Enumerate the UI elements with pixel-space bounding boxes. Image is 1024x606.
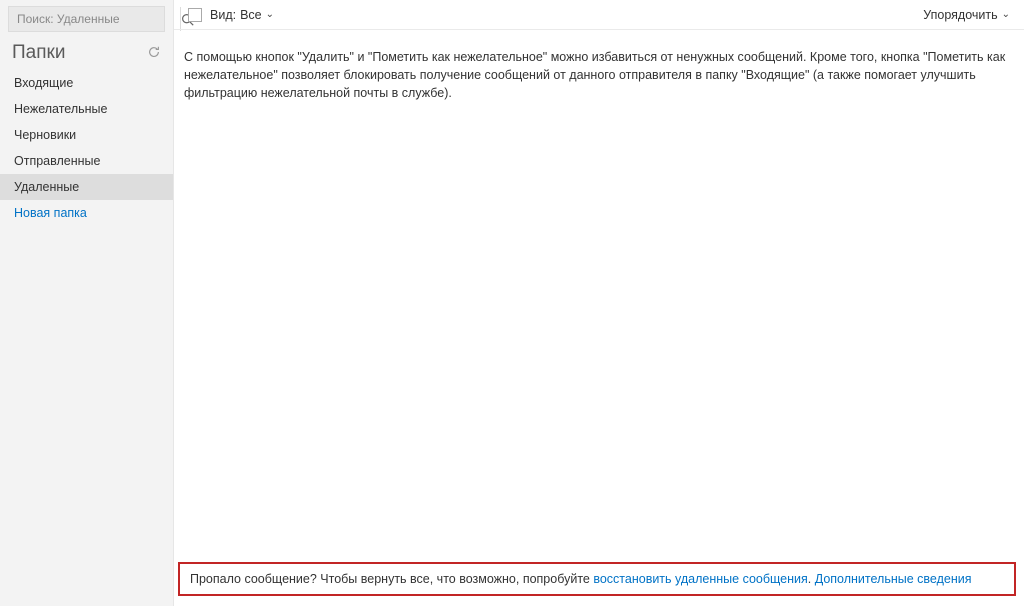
content-area: С помощью кнопок "Удалить" и "Пометить к… <box>174 30 1024 606</box>
chevron-down-icon: ⌄ <box>1002 9 1010 20</box>
view-filter-value: Все <box>240 8 262 22</box>
recover-prefix: Пропало сообщение? Чтобы вернуть все, чт… <box>190 572 593 586</box>
main: Вид: Все ⌄ Упорядочить ⌄ С помощью кнопо… <box>174 0 1024 606</box>
sidebar-item-sent[interactable]: Отправленные <box>0 148 173 174</box>
toolbar: Вид: Все ⌄ Упорядочить ⌄ <box>174 0 1024 30</box>
sidebar-new-folder[interactable]: Новая папка <box>0 200 173 226</box>
folders-title: Папки <box>12 42 65 64</box>
app-root: Папки Входящие Нежелательные Черновики О… <box>0 0 1024 606</box>
chevron-down-icon: ⌄ <box>266 9 274 20</box>
recover-link[interactable]: восстановить удаленные сообщения <box>593 572 807 586</box>
select-all-checkbox[interactable] <box>188 8 202 22</box>
sidebar: Папки Входящие Нежелательные Черновики О… <box>0 0 174 606</box>
folders-header: Папки <box>0 40 173 70</box>
sort-label: Упорядочить <box>923 8 997 22</box>
sidebar-item-deleted[interactable]: Удаленные <box>0 174 173 200</box>
help-text: С помощью кнопок "Удалить" и "Пометить к… <box>184 48 1006 102</box>
sort-button[interactable]: Упорядочить ⌄ <box>923 8 1010 22</box>
sidebar-item-drafts[interactable]: Черновики <box>0 122 173 148</box>
search-input[interactable] <box>9 12 180 26</box>
recover-bar: Пропало сообщение? Чтобы вернуть все, чт… <box>178 562 1016 596</box>
recover-period: . <box>808 572 815 586</box>
more-info-link[interactable]: Дополнительные сведения <box>815 572 972 586</box>
view-filter[interactable]: Вид: Все ⌄ <box>210 8 274 22</box>
toolbar-left: Вид: Все ⌄ <box>188 8 274 22</box>
view-filter-label: Вид: <box>210 8 236 22</box>
sidebar-item-inbox[interactable]: Входящие <box>0 70 173 96</box>
refresh-icon[interactable] <box>147 45 161 62</box>
search-container <box>8 6 165 32</box>
sidebar-item-junk[interactable]: Нежелательные <box>0 96 173 122</box>
folder-list: Входящие Нежелательные Черновики Отправл… <box>0 70 173 226</box>
